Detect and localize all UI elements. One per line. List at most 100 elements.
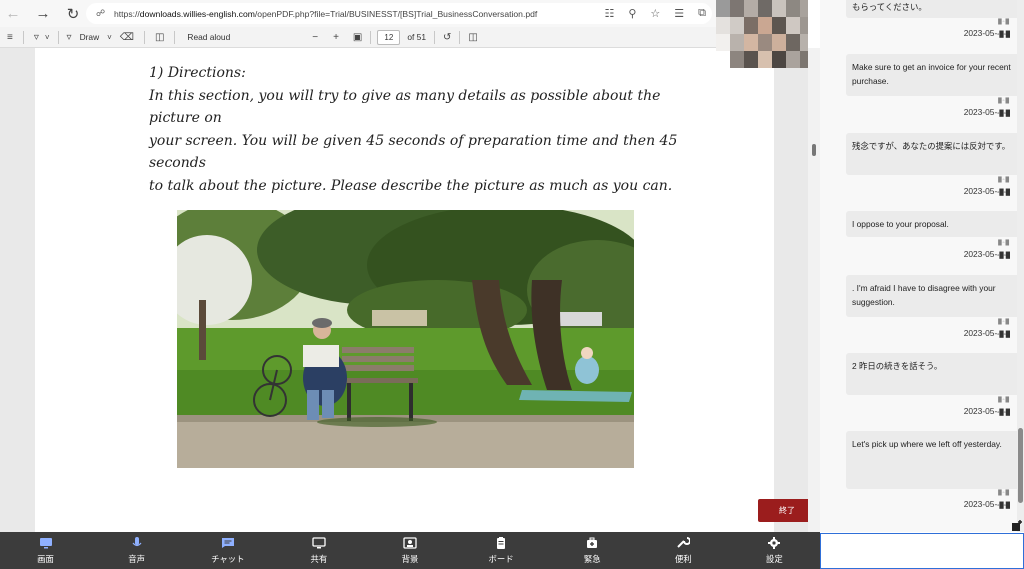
bottom-control-bar: 画面 音声 チャット 共有 背景 ボード 緊急 便利 設定 (0, 532, 820, 569)
reader-icon[interactable]: ☷ (604, 7, 614, 20)
rotate-icon[interactable]: ↺ (443, 27, 451, 48)
sender-name: █▫█ (998, 490, 1010, 496)
sender-name: █▫█ (998, 19, 1010, 25)
chat-scrollbar[interactable] (1017, 0, 1024, 532)
webcam-preview (716, 0, 808, 68)
zoom-out-icon[interactable]: − (312, 27, 318, 48)
chat-scrollbar-thumb[interactable] (1018, 428, 1023, 503)
settings-label: 設定 (766, 553, 783, 564)
share-icon (312, 536, 326, 548)
share-label: 共有 (310, 553, 328, 564)
directions-line-1: In this section, you will try to give as… (149, 87, 661, 127)
zoom-in-icon[interactable]: + (333, 27, 339, 48)
screen-button[interactable]: 画面 (0, 532, 91, 569)
divider (434, 30, 436, 44)
site-info-icon[interactable]: ☍ (96, 8, 107, 19)
sender-name: █▫█ (998, 397, 1010, 403)
board-button[interactable]: ボード (456, 532, 547, 569)
page-view-icon[interactable]: ◫ (468, 27, 477, 48)
read-aloud-button[interactable]: Read aloud (187, 27, 230, 48)
draw-label: Draw (79, 32, 100, 42)
chat-panel: もらってください。 █▫█ 2023-05-▫█▫█ Make sure to … (820, 0, 1024, 532)
url-field[interactable]: ☍ https://downloads.willies-english.com /… (86, 3, 712, 24)
audio-button[interactable]: 音声 (91, 532, 182, 569)
chat-message-text: もらってください。 (852, 2, 927, 12)
eraser-icon[interactable]: ⌫ (120, 27, 134, 48)
background-label: 背景 (401, 553, 419, 564)
directions-text: 1) Directions: In this section, you will… (149, 62, 709, 197)
audio-label: 音声 (128, 553, 146, 564)
chat-message: Make sure to get an invoice for your rec… (846, 54, 1024, 96)
chat-message: 残念ですが、あなたの提案には反対です。 (846, 133, 1024, 175)
chat-label: チャット (211, 553, 245, 564)
chat-message-meta: █▫█ 2023-05-▫█▫█ (963, 98, 1010, 117)
back-icon[interactable]: ← (0, 0, 26, 27)
screen-label: 画面 (37, 553, 54, 564)
divider (22, 30, 24, 44)
text-icon[interactable]: ◫ (155, 27, 164, 48)
read-aloud-label: Read aloud (187, 32, 231, 42)
refresh-icon[interactable]: ↻ (60, 0, 86, 27)
chat-message: もらってください。 (846, 0, 1024, 18)
pdf-scrollbar-thumb[interactable] (812, 144, 816, 156)
chat-message-date: 2023-05- (963, 249, 998, 259)
chat-message-text: 2 昨日の続きを話そう。 (852, 361, 943, 371)
highlight-icon[interactable]: ▿ (34, 27, 39, 48)
sender-name: █▫█ (998, 240, 1010, 246)
chat-message-date: 2023-05- (963, 28, 998, 38)
forward-icon[interactable]: → (30, 0, 56, 27)
draw-button[interactable]: ▿ Draw (67, 27, 100, 48)
pdf-scrollbar[interactable] (808, 48, 820, 532)
chat-message-text: . I'm afraid I have to disagree with you… (852, 283, 996, 307)
page-total: of 51 (407, 32, 427, 42)
chevron-down-icon[interactable]: ˅ (107, 27, 112, 48)
settings-button[interactable]: 設定 (729, 532, 820, 569)
divider (143, 30, 145, 44)
tools-icon (677, 536, 691, 548)
park-photo (177, 210, 634, 468)
emergency-button[interactable]: 緊急 (547, 532, 638, 569)
sender-name: █▫█ (998, 319, 1010, 325)
share-button[interactable]: 共有 (273, 532, 364, 569)
url-actions: ☷ ⚲ ☆ ☰ ⧉ (598, 3, 706, 24)
tools-button[interactable]: 便利 (638, 532, 729, 569)
chat-message-date: 2023-05- (963, 186, 998, 196)
favorites-list-icon[interactable]: ☰ (674, 7, 684, 20)
chat-message-text: 残念ですが、あなたの提案には反対です。 (852, 141, 1011, 151)
fit-page-icon[interactable]: ▣ (353, 27, 362, 48)
draw-icon: ▿ (66, 31, 72, 43)
url-path: /openPDF.php?file=Trial/BUSINESST/[BS]Tr… (254, 8, 538, 19)
browser-address-bar: ← → ↻ ☍ https://downloads.willies-englis… (0, 0, 716, 27)
chat-message-meta: █▫█ 2023-05-▫█▫█ (963, 490, 1010, 509)
background-button[interactable]: 背景 (364, 532, 455, 569)
chat-input-field[interactable] (820, 533, 1024, 569)
chat-message: . I'm afraid I have to disagree with you… (846, 275, 1024, 317)
divider (370, 30, 372, 44)
favorite-icon[interactable]: ☆ (650, 7, 660, 20)
board-icon (497, 536, 506, 549)
chat-icon (221, 537, 234, 548)
chat-message: Let's pick up where we left off yesterda… (846, 431, 1024, 489)
emergency-label: 緊急 (583, 553, 601, 564)
directions-line-3: to talk about the picture. Please descri… (149, 177, 673, 194)
chat-message-date: 2023-05- (963, 328, 998, 338)
divider (174, 30, 176, 44)
chat-message-meta: █▫█ 2023-05-▫█▫█ (963, 240, 1010, 259)
directions-heading: 1) Directions: (149, 65, 246, 81)
tools-label: 便利 (674, 553, 692, 564)
divider (459, 30, 461, 44)
app-root: ← → ↻ ☍ https://downloads.willies-englis… (0, 0, 1024, 569)
collections-icon[interactable]: ⧉ (698, 7, 706, 20)
zoom-icon[interactable]: ⚲ (628, 7, 636, 20)
chat-button[interactable]: チャット (182, 532, 273, 569)
board-label: ボード (488, 553, 514, 564)
contents-icon[interactable]: ≡ (7, 27, 13, 48)
chevron-down-icon[interactable]: ˅ (45, 27, 50, 48)
chat-message-meta: █▫█ 2023-05-▫█▫█ (963, 319, 1010, 338)
sender-name: █▫█ (998, 98, 1010, 104)
url-host: downloads.willies-english.com (139, 8, 255, 19)
chat-message-date: 2023-05- (963, 107, 998, 117)
attach-image-icon[interactable] (1011, 519, 1023, 531)
page-number-input[interactable]: 12 (377, 29, 401, 45)
chat-message-text: I oppose to your proposal. (852, 219, 949, 229)
